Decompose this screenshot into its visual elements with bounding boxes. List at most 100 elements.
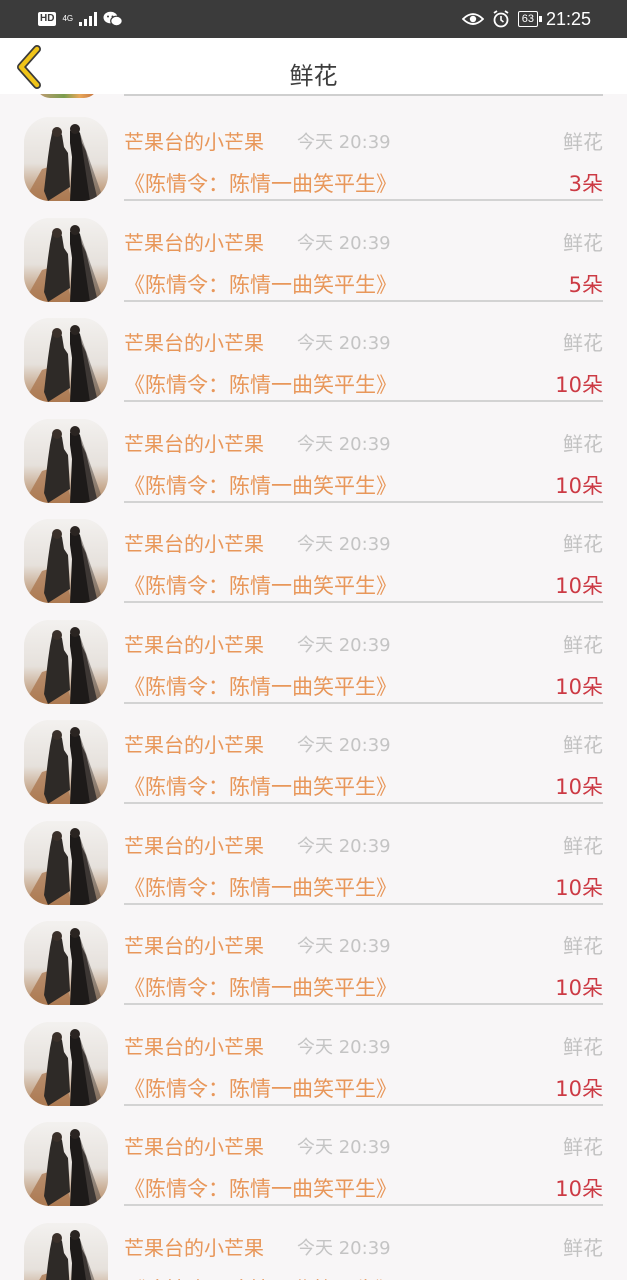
row-divider bbox=[124, 94, 603, 96]
list-item[interactable]: 芒果台的小芒果 今天 20:39 鲜花 《陈情令：陈情一曲笑平生》 10朵 bbox=[0, 400, 627, 503]
head-left bbox=[52, 328, 62, 338]
drama-title[interactable]: 《陈情令：陈情一曲笑平生》 bbox=[124, 1274, 397, 1280]
avatar[interactable] bbox=[24, 820, 108, 905]
head-right bbox=[70, 928, 80, 938]
couple-photo-avatar bbox=[24, 318, 108, 402]
head-right bbox=[70, 626, 80, 637]
avatar[interactable] bbox=[24, 921, 108, 1005]
drama-title[interactable]: 《陈情令：陈情一曲笑平生》 bbox=[124, 872, 397, 902]
sender-name[interactable]: 芒果台的小芒果 bbox=[124, 1232, 264, 1261]
avatar[interactable] bbox=[24, 619, 108, 704]
gift-type: 鲜花 bbox=[563, 632, 603, 657]
sender-name[interactable]: 芒果台的小芒果 bbox=[124, 227, 264, 256]
head-left bbox=[52, 529, 62, 539]
flower-count: 10朵 bbox=[555, 674, 603, 699]
avatar[interactable] bbox=[24, 318, 108, 402]
avatar[interactable] bbox=[24, 418, 108, 503]
avatar[interactable] bbox=[24, 1222, 108, 1280]
head-left bbox=[52, 1031, 62, 1042]
clock-time: 21:25 bbox=[545, 8, 591, 29]
avatar[interactable] bbox=[24, 519, 108, 603]
drama-title[interactable]: 《陈情令：陈情一曲笑平生》 bbox=[124, 1173, 397, 1203]
status-right: 63 21:25 bbox=[461, 8, 591, 30]
avatar[interactable] bbox=[24, 117, 108, 201]
couple-photo-avatar bbox=[24, 418, 108, 503]
list-item[interactable]: 芒果台的小芒果 今天 20:39 鲜花 《陈情令：陈情一曲笑平生》 10朵 bbox=[0, 802, 627, 905]
send-time: 今天 20:39 bbox=[297, 333, 391, 354]
flower-count: 10朵 bbox=[555, 1274, 603, 1280]
nav-header: 鲜花 bbox=[0, 38, 627, 94]
list-item[interactable]: 芒果台的小芒果 今天 20:39 鲜花 《陈情令：陈情一曲笑平生》 10朵 bbox=[0, 601, 627, 704]
list-item[interactable]: 芒果台的小芒果 今天 20:39 鲜花 《陈情令：陈情一曲笑平生》 10朵 bbox=[0, 1003, 627, 1106]
couple-photo-avatar bbox=[24, 720, 108, 804]
head-right bbox=[70, 827, 80, 838]
sender-name[interactable]: 芒果台的小芒果 bbox=[124, 830, 264, 859]
couple-photo-avatar bbox=[24, 519, 108, 603]
send-time: 今天 20:39 bbox=[297, 433, 391, 455]
sender-name[interactable]: 芒果台的小芒果 bbox=[124, 930, 264, 959]
sender-name[interactable]: 芒果台的小芒果 bbox=[124, 428, 264, 457]
sender-name[interactable]: 芒果台的小芒果 bbox=[124, 1131, 264, 1160]
send-time: 今天 20:39 bbox=[297, 534, 391, 555]
sender-name[interactable]: 芒果台的小芒果 bbox=[124, 1031, 264, 1060]
couple-photo-avatar bbox=[24, 117, 108, 201]
avatar[interactable] bbox=[24, 1122, 108, 1206]
list-item[interactable]: 芒果台的小芒果 今天 20:39 鲜花 《陈情令：陈情一曲笑平生》 3朵 bbox=[0, 98, 627, 201]
head-right bbox=[70, 325, 80, 335]
head-left bbox=[52, 1132, 62, 1142]
head-left bbox=[52, 227, 62, 238]
sender-name[interactable]: 芒果台的小芒果 bbox=[124, 629, 264, 658]
list-item[interactable]: 芒果台的小芒果 今天 20:39 鲜花 《陈情令：陈情一曲笑平生》 5朵 bbox=[0, 199, 627, 302]
avatar[interactable] bbox=[24, 1021, 108, 1106]
head-right bbox=[70, 425, 80, 436]
flower-count: 5朵 bbox=[568, 272, 603, 297]
page-title: 鲜花 bbox=[289, 62, 338, 90]
avatar[interactable] bbox=[24, 217, 108, 302]
drama-title[interactable]: 《陈情令：陈情一曲笑平生》 bbox=[124, 369, 397, 399]
send-time: 今天 20:39 bbox=[297, 936, 391, 957]
list-item[interactable]: 芒果台的小芒果 今天 20:39 鲜花 《陈情令：陈情一曲笑平生》 10朵 bbox=[0, 902, 627, 1005]
hd-badge: HD bbox=[38, 12, 57, 26]
alarm-icon bbox=[493, 10, 509, 28]
sender-name[interactable]: 芒果台的小芒果 bbox=[124, 528, 264, 557]
couple-photo-avatar bbox=[24, 619, 108, 704]
flower-count: 10朵 bbox=[555, 473, 603, 498]
drama-title[interactable]: 《陈情令：陈情一曲笑平生》 bbox=[124, 671, 397, 701]
battery-level: 63 bbox=[517, 11, 543, 27]
gift-type: 鲜花 bbox=[563, 1235, 603, 1260]
couple-photo-avatar bbox=[24, 820, 108, 905]
sender-name[interactable]: 芒果台的小芒果 bbox=[124, 729, 264, 758]
drama-title[interactable]: 《陈情令：陈情一曲笑平生》 bbox=[124, 972, 397, 1002]
head-right bbox=[70, 727, 80, 737]
flower-gift-list[interactable]: 芒果台的小芒果 今天 20:39 鲜花 《陈情令：陈情一曲笑平生》 3朵 芒果台… bbox=[0, 94, 627, 1280]
list-item[interactable]: 芒果台的小芒果 今天 20:39 鲜花 《陈情令：陈情一曲笑平生》 10朵 bbox=[0, 1204, 627, 1280]
list-item[interactable]: 芒果台的小芒果 今天 20:39 鲜花 《陈情令：陈情一曲笑平生》 10朵 bbox=[0, 1103, 627, 1206]
head-left bbox=[52, 1232, 62, 1243]
send-time: 今天 20:39 bbox=[297, 1036, 391, 1058]
gift-type: 鲜花 bbox=[563, 532, 603, 556]
drama-title[interactable]: 《陈情令：陈情一曲笑平生》 bbox=[124, 771, 397, 801]
status-bar: HD 4G 63 21:25 bbox=[0, 0, 627, 38]
flower-count: 10朵 bbox=[555, 775, 603, 799]
couple-photo-avatar bbox=[24, 1122, 108, 1206]
list-item[interactable]: 芒果台的小芒果 今天 20:39 鲜花 《陈情令：陈情一曲笑平生》 10朵 bbox=[0, 500, 627, 603]
drama-title[interactable]: 《陈情令：陈情一曲笑平生》 bbox=[124, 1073, 397, 1103]
avatar[interactable] bbox=[24, 720, 108, 804]
sender-name[interactable]: 芒果台的小芒果 bbox=[124, 126, 264, 155]
couple-photo-avatar bbox=[24, 921, 108, 1005]
gift-type: 鲜花 bbox=[563, 1135, 603, 1159]
send-time: 今天 20:39 bbox=[297, 232, 391, 254]
drama-title[interactable]: 《陈情令：陈情一曲笑平生》 bbox=[124, 570, 397, 600]
status-left: HD 4G bbox=[38, 9, 124, 29]
drama-title[interactable]: 《陈情令：陈情一曲笑平生》 bbox=[124, 269, 397, 299]
drama-title[interactable]: 《陈情令：陈情一曲笑平生》 bbox=[124, 168, 397, 198]
sender-name[interactable]: 芒果台的小芒果 bbox=[124, 327, 264, 356]
gift-type: 鲜花 bbox=[563, 733, 603, 757]
drama-title[interactable]: 《陈情令：陈情一曲笑平生》 bbox=[124, 470, 397, 500]
list-item[interactable]: 芒果台的小芒果 今天 20:39 鲜花 《陈情令：陈情一曲笑平生》 10朵 bbox=[0, 701, 627, 804]
head-left bbox=[52, 830, 62, 841]
head-right bbox=[70, 224, 80, 235]
couple-photo-avatar bbox=[24, 217, 108, 302]
list-item[interactable]: 芒果台的小芒果 今天 20:39 鲜花 《陈情令：陈情一曲笑平生》 10朵 bbox=[0, 299, 627, 402]
flower-count: 10朵 bbox=[555, 976, 603, 1000]
